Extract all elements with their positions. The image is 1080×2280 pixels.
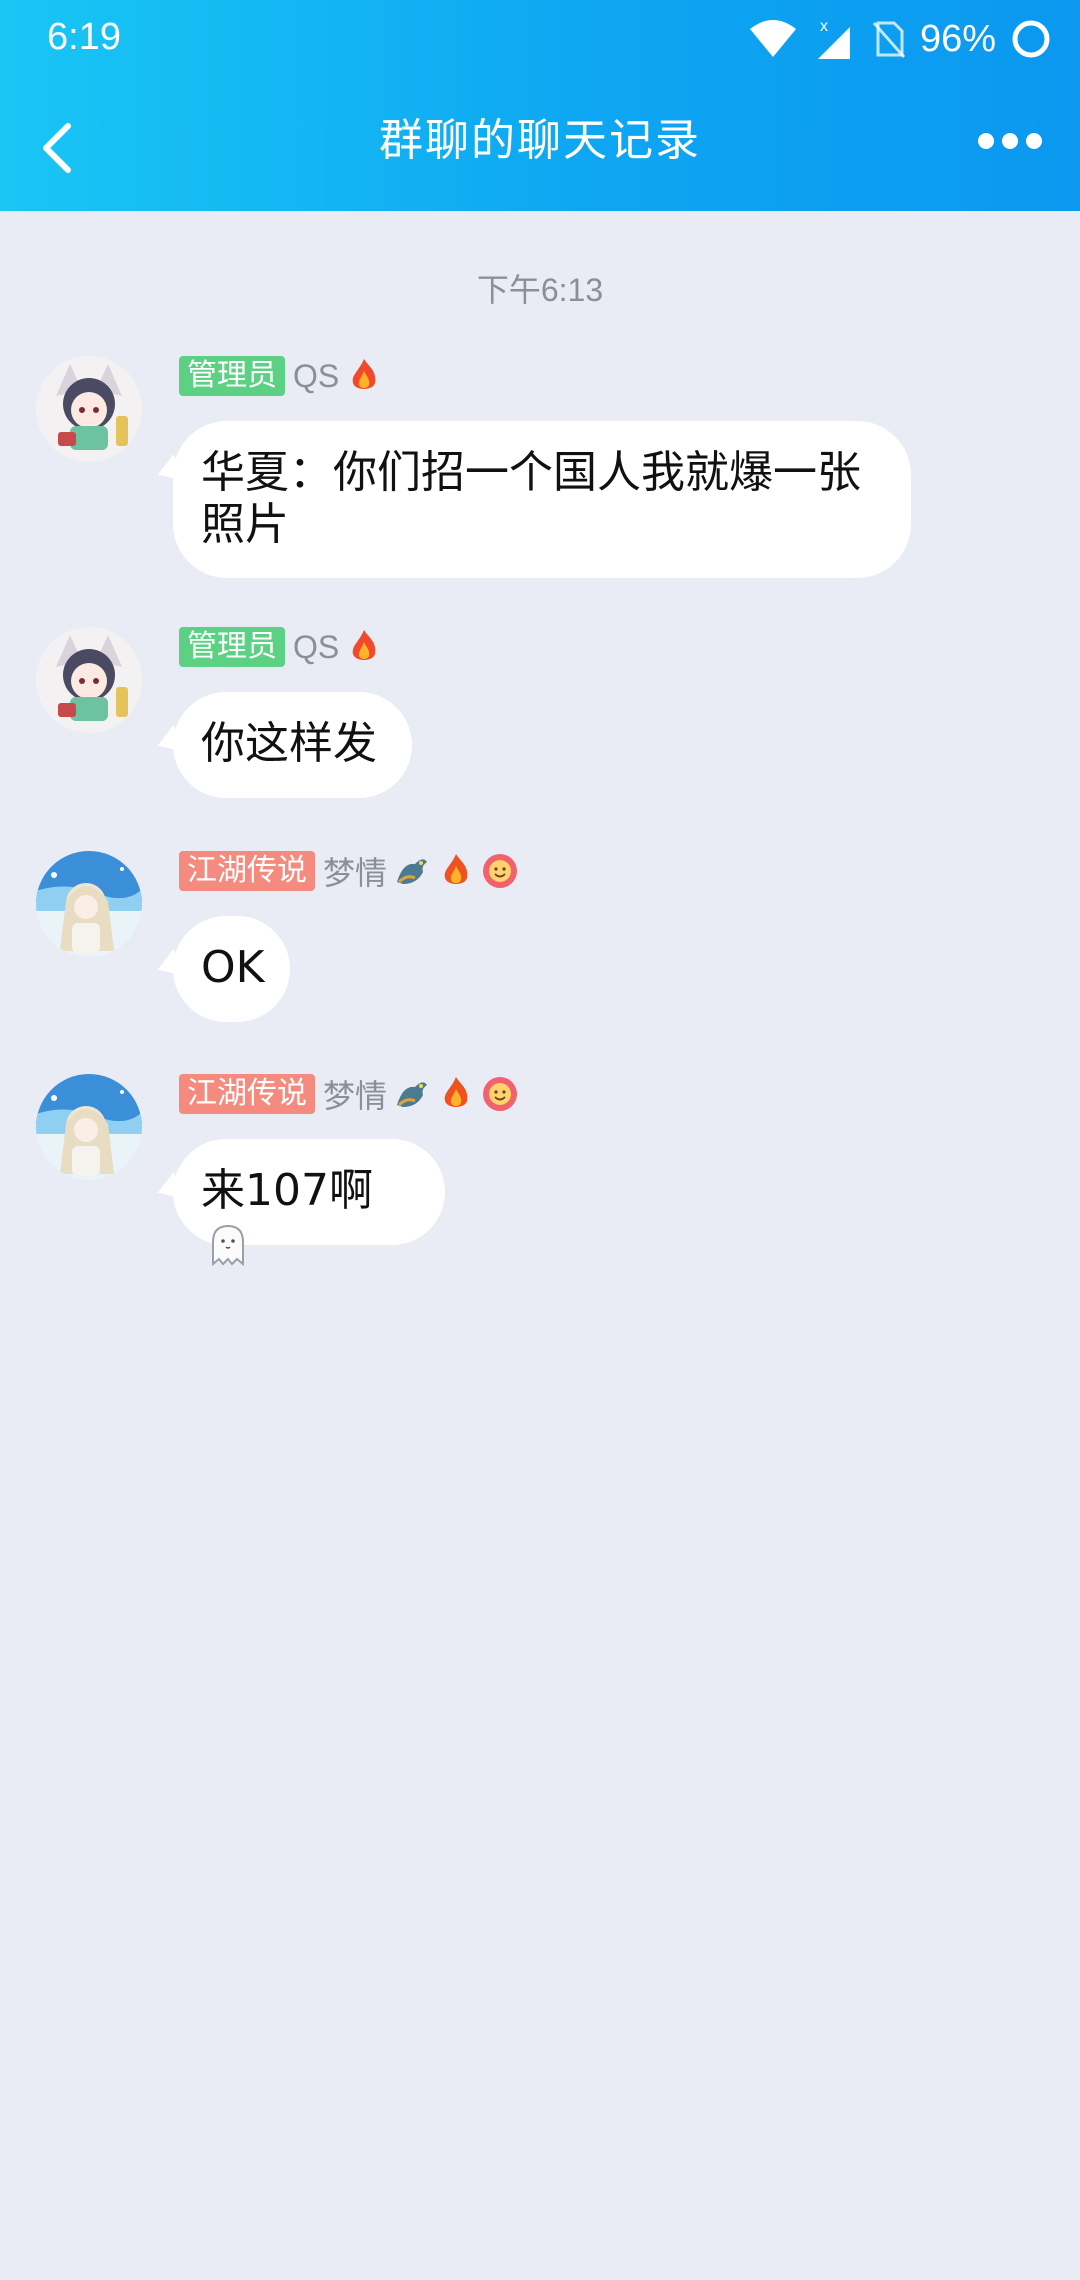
message-bubble[interactable]: 你这样发 [173,692,412,798]
more-dot-icon [1026,133,1042,149]
sender-meta: 江湖传说 梦情 [179,1074,519,1114]
status-icons: x 96% [748,14,1052,64]
more-options-button[interactable] [978,126,1042,156]
svg-text:x: x [820,18,828,35]
role-badge: 管理员 [179,356,285,396]
sender-name[interactable]: 梦情 [323,848,387,894]
flame-icon [352,630,376,660]
message-text: 你这样发 [201,718,377,769]
status-bar: 6:19 x 96% [0,0,1080,80]
message-text: OK [201,942,265,993]
role-badge: 管理员 [179,627,285,667]
wifi-icon [749,20,796,57]
more-dot-icon [978,133,994,149]
message-text: 来107啊 [201,1165,373,1216]
message-bubble[interactable]: 来107啊 [173,1139,445,1267]
flame-icon [352,359,376,389]
sender-name[interactable]: QS [293,629,339,666]
cell-signal-icon: x [817,18,850,59]
role-badge: 江湖传说 [179,1074,315,1114]
flower-smile-icon [483,854,518,888]
avatar[interactable] [36,356,142,462]
sender-meta: 江湖传说 梦情 [179,851,519,891]
flower-smile-icon [483,1077,518,1111]
avatar[interactable] [36,627,142,733]
ghost-emoji-icon [212,1224,244,1267]
no-sim-icon [872,21,906,58]
more-dot-icon [1002,133,1018,149]
flame-icon [444,854,468,884]
sender-name[interactable]: 梦情 [323,1071,387,1117]
role-badge: 江湖传说 [179,851,315,891]
battery-percent: 96% [919,17,996,60]
dragon-icon [397,859,428,884]
title-bar: 群聊的聊天记录 [0,90,1080,200]
avatar[interactable] [36,851,142,957]
page-title: 群聊的聊天记录 [379,115,701,166]
message-timestamp: 下午6:13 [476,272,604,308]
dragon-icon [397,1082,428,1107]
app-header: 6:19 x 96% 群聊的聊天记录 [0,0,1080,211]
sender-meta: 管理员 QS [179,356,383,396]
sender-meta: 管理员 QS [179,627,383,667]
message-bubble[interactable]: OK [173,916,290,1022]
sender-name[interactable]: QS [293,358,339,395]
flame-icon [444,1077,468,1107]
battery-ring-icon [1012,20,1050,58]
message-bubble[interactable]: 华夏：你们招一个国人我就爆一张照片 [173,421,911,578]
message-text: 华夏：你们招一个国人我就爆一张照片 [201,447,861,550]
status-time: 6:19 [47,16,121,58]
avatar[interactable] [36,1074,142,1180]
